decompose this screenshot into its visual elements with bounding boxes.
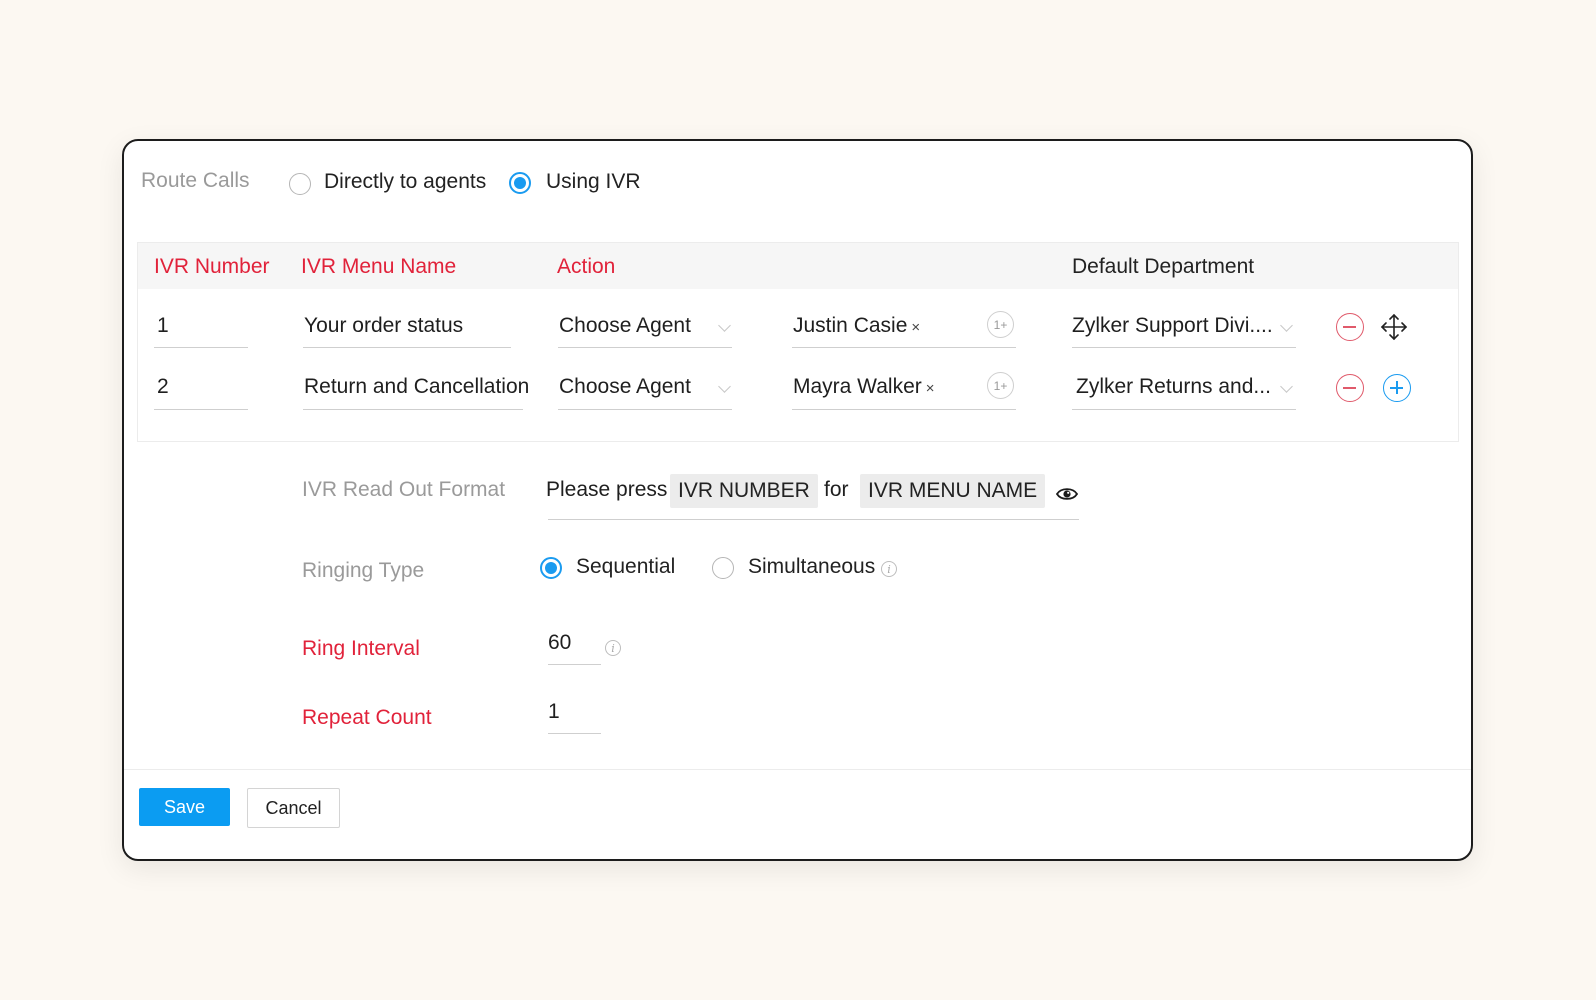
- repeat-count-label: Repeat Count: [302, 706, 432, 729]
- readout-prefix: Please press: [546, 478, 668, 501]
- department-select[interactable]: Zylker Support Divi....: [1072, 314, 1273, 338]
- option-using-ivr-label[interactable]: Using IVR: [546, 170, 641, 194]
- action-underline: [558, 409, 732, 410]
- ring-interval-input[interactable]: 60: [548, 631, 571, 655]
- chevron-down-icon[interactable]: [1280, 380, 1293, 393]
- ringing-type-label: Ringing Type: [302, 559, 425, 582]
- ring-interval-label: Ring Interval: [302, 637, 420, 660]
- more-agents-badge[interactable]: 1+: [987, 372, 1014, 399]
- radio-directly-to-agents[interactable]: [289, 173, 311, 195]
- ivr-settings-panel: Route Calls Directly to agents Using IVR…: [122, 139, 1473, 861]
- agent-tag: Mayra Walker ×: [793, 375, 935, 399]
- info-icon[interactable]: i: [881, 561, 897, 577]
- move-icon[interactable]: [1379, 312, 1409, 342]
- agent-name: Justin Casie: [793, 314, 908, 337]
- radio-sequential[interactable]: [540, 557, 562, 579]
- readout-underline: [548, 519, 1079, 520]
- agent-underline: [792, 409, 1016, 410]
- option-sequential-label[interactable]: Sequential: [576, 555, 675, 579]
- department-select[interactable]: Zylker Returns and...: [1076, 375, 1271, 399]
- table-header: IVR Number IVR Menu Name Action Default …: [138, 243, 1458, 289]
- add-row-icon[interactable]: [1383, 374, 1411, 402]
- chevron-down-icon[interactable]: [718, 319, 731, 332]
- agent-tag: Justin Casie ×: [793, 314, 920, 338]
- menu-name-underline: [303, 347, 511, 348]
- footer-divider: [124, 769, 1471, 770]
- header-action: Action: [557, 255, 616, 278]
- more-agents-badge[interactable]: 1+: [987, 311, 1014, 338]
- action-underline: [558, 347, 732, 348]
- option-simultaneous-label[interactable]: Simultaneous: [748, 555, 875, 579]
- remove-agent-icon[interactable]: ×: [911, 319, 920, 336]
- repeat-count-input[interactable]: 1: [548, 700, 560, 724]
- radio-simultaneous[interactable]: [712, 557, 734, 579]
- radio-using-ivr[interactable]: [509, 172, 531, 194]
- readout-joiner: for: [824, 478, 849, 501]
- header-ivr-menu-name: IVR Menu Name: [301, 255, 457, 278]
- ivr-number-underline: [154, 409, 248, 410]
- ivr-menu-table: IVR Number IVR Menu Name Action Default …: [137, 242, 1459, 442]
- route-calls-label: Route Calls: [141, 169, 250, 192]
- agent-name: Mayra Walker: [793, 375, 922, 398]
- remove-agent-icon[interactable]: ×: [926, 380, 935, 397]
- menu-name-underline: [303, 409, 523, 410]
- readout-format-label: IVR Read Out Format: [302, 478, 506, 501]
- chip-ivr-number[interactable]: IVR NUMBER: [670, 474, 818, 508]
- ring-interval-underline: [548, 664, 601, 665]
- chevron-down-icon[interactable]: [718, 380, 731, 393]
- department-underline: [1072, 347, 1296, 348]
- agent-underline: [792, 347, 1016, 348]
- cancel-button[interactable]: Cancel: [247, 788, 340, 828]
- remove-row-icon[interactable]: [1336, 374, 1364, 402]
- header-default-department: Default Department: [1072, 255, 1255, 278]
- repeat-count-underline: [548, 733, 601, 734]
- menu-name-input[interactable]: Return and Cancellation: [304, 375, 529, 399]
- header-ivr-number: IVR Number: [154, 255, 270, 278]
- chevron-down-icon[interactable]: [1280, 319, 1293, 332]
- ivr-number-underline: [154, 347, 248, 348]
- save-button[interactable]: Save: [139, 788, 230, 826]
- eye-icon[interactable]: [1056, 486, 1078, 502]
- action-select[interactable]: Choose Agent: [559, 314, 691, 338]
- action-select[interactable]: Choose Agent: [559, 375, 691, 399]
- info-icon[interactable]: i: [605, 640, 621, 656]
- ivr-number-input[interactable]: 2: [157, 375, 169, 399]
- ivr-number-input[interactable]: 1: [157, 314, 169, 338]
- department-underline: [1072, 409, 1296, 410]
- remove-row-icon[interactable]: [1336, 313, 1364, 341]
- menu-name-input[interactable]: Your order status: [304, 314, 463, 338]
- option-directly-to-agents-label[interactable]: Directly to agents: [324, 170, 486, 194]
- chip-ivr-menu-name[interactable]: IVR MENU NAME: [860, 474, 1046, 508]
